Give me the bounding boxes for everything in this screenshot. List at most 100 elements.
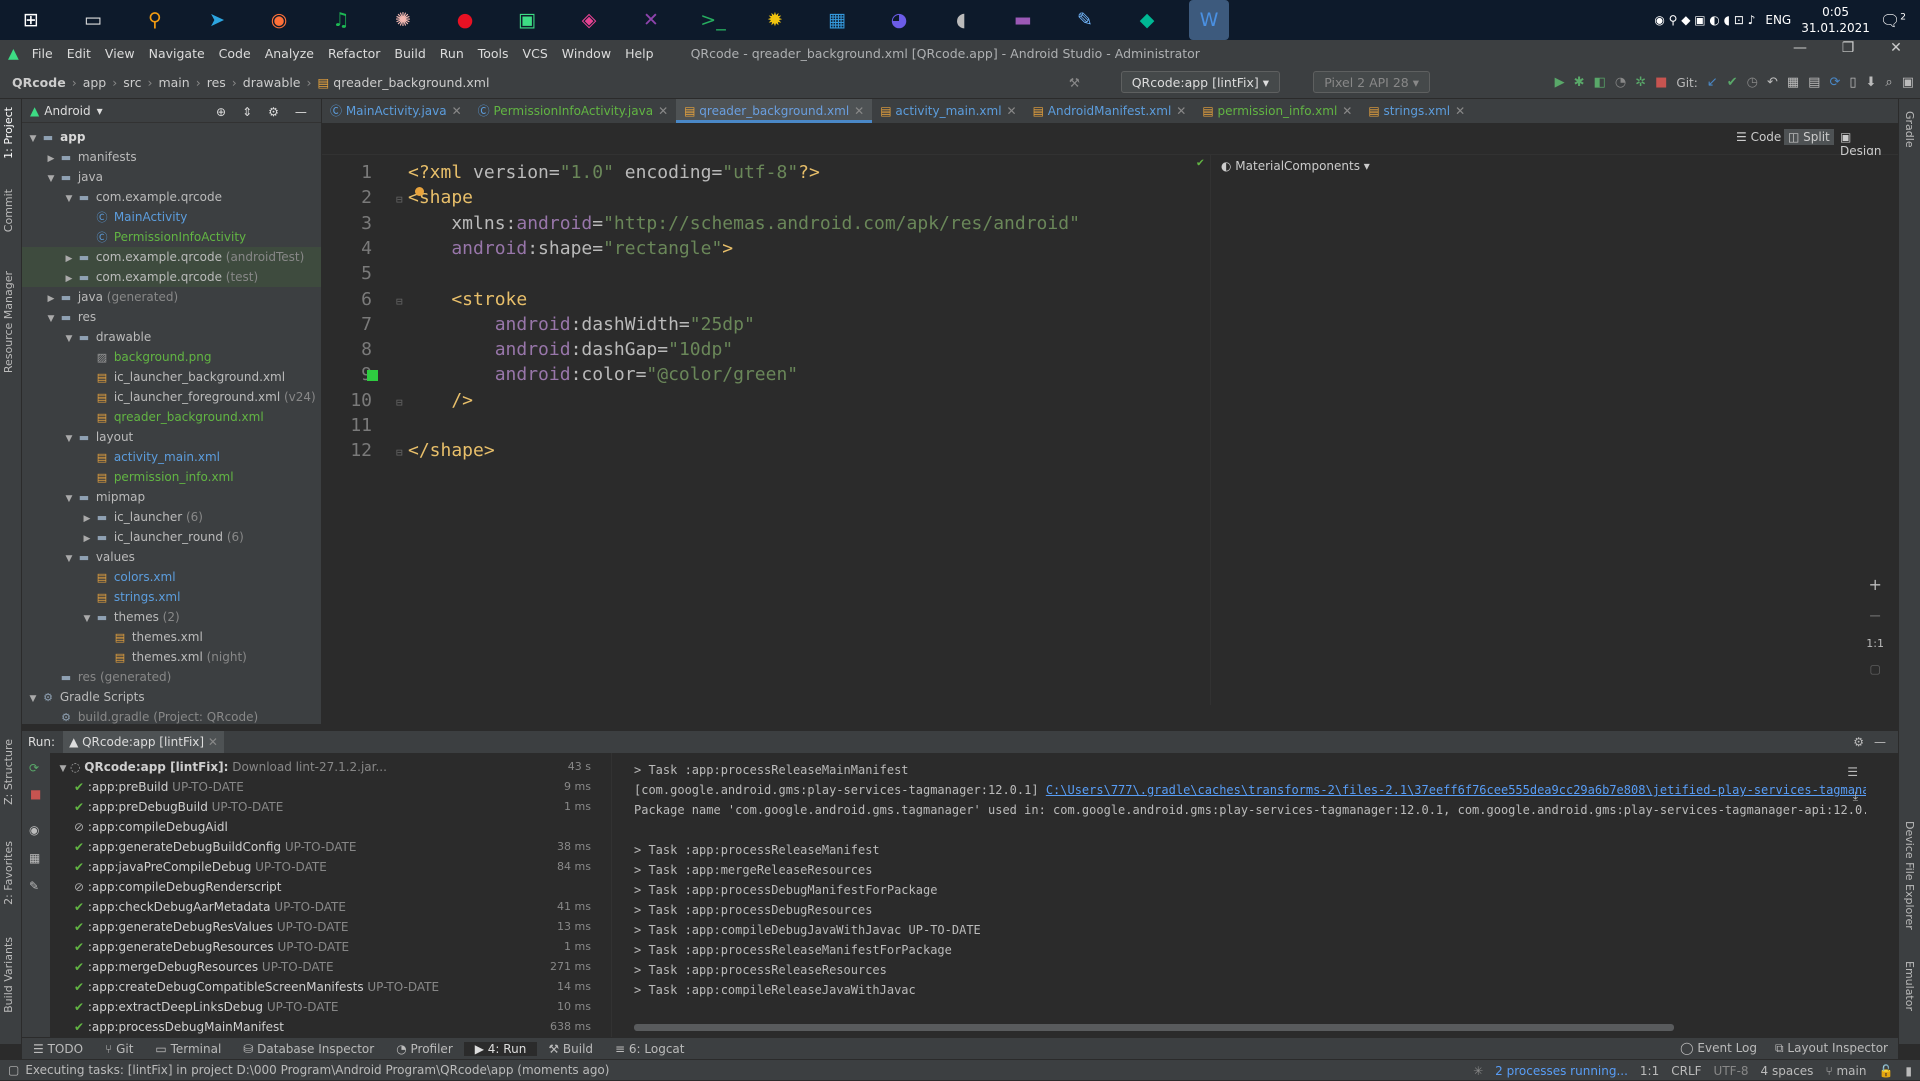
device-select[interactable]: Pixel 2 API 28 ▾	[1313, 71, 1430, 93]
editor-tab[interactable]: ▤ qreader_background.xml ✕	[676, 99, 873, 123]
close-icon[interactable]: ✕	[1342, 104, 1352, 118]
gear-icon[interactable]: ⚙	[1853, 735, 1864, 749]
code-view-button[interactable]: ☰ Code	[1732, 129, 1785, 145]
breadcrumb-item[interactable]: src	[117, 75, 147, 90]
build-console[interactable]: > Task :app:processReleaseMainManifest […	[612, 753, 1866, 1037]
sync-gradle-icon[interactable]: ⟳	[1829, 75, 1840, 90]
code-line[interactable]: android:shape="rectangle">	[408, 238, 733, 259]
profile-icon[interactable]: ◔	[1615, 75, 1626, 90]
tree-node[interactable]: ▤ permission_info.xml	[22, 467, 321, 487]
emulator-tool-tab[interactable]: Emulator	[1903, 961, 1916, 1011]
zoom-in-button[interactable]: +	[1868, 575, 1881, 594]
editor-tab[interactable]: ▤ strings.xml ✕	[1360, 99, 1473, 123]
bottom-tab-todo[interactable]: ☰ TODO	[22, 1042, 94, 1056]
tree-node[interactable]: ▤ colors.xml	[22, 567, 321, 587]
layout-icon[interactable]: ▤	[1808, 75, 1820, 90]
expand-arrow-icon[interactable]: ▼	[62, 329, 76, 349]
git-commit-icon[interactable]: ✔	[1727, 75, 1738, 90]
messenger-icon[interactable]: ◕	[879, 0, 919, 40]
menu-build[interactable]: Build	[387, 46, 432, 61]
expand-arrow-icon[interactable]: ▼	[62, 549, 76, 569]
expand-arrow-icon[interactable]: ▶	[44, 149, 58, 169]
tree-node[interactable]: ▤ activity_main.xml	[22, 447, 321, 467]
file-encoding[interactable]: UTF-8	[1714, 1064, 1749, 1078]
code-line[interactable]: android:color="@color/green"	[408, 364, 798, 385]
background-processes[interactable]: 2 processes running...	[1495, 1064, 1628, 1078]
hide-panel-icon[interactable]: —	[1874, 735, 1886, 749]
build-task-row[interactable]: ✔ :app:mergeDebugResources UP-TO-DATE 271…	[56, 957, 611, 977]
color-wheel-icon[interactable]: ✹	[755, 0, 795, 40]
expand-arrow-icon[interactable]: ▼	[44, 309, 58, 329]
tree-node[interactable]: ▤ ic_launcher_foreground.xml (v24)	[22, 387, 321, 407]
structure-tool-tab[interactable]: Z: Structure	[2, 739, 15, 805]
expand-arrow-icon[interactable]: ▼	[62, 489, 76, 509]
close-icon[interactable]: ✕	[452, 104, 462, 118]
build-task-row[interactable]: ✔ :app:javaPreCompileDebug UP-TO-DATE 84 …	[56, 857, 611, 877]
expand-arrow-icon[interactable]: ▼	[44, 169, 58, 189]
code-line[interactable]: android:dashGap="10dp"	[408, 339, 733, 360]
tree-node[interactable]: ▶ ▬ com.example.qrcode (test)	[22, 267, 321, 287]
tree-node[interactable]: ▬ res (generated)	[22, 667, 321, 687]
bottom-tab-database-inspector[interactable]: ⛁ Database Inspector	[232, 1042, 385, 1056]
sword-app-icon[interactable]: ✕	[631, 0, 671, 40]
locate-icon[interactable]: ⊕	[216, 105, 226, 119]
tree-node[interactable]: ▶ ▬ ic_launcher_round (6)	[22, 527, 321, 547]
bottom-tab-4-run[interactable]: ▶ 4: Run	[463, 1041, 538, 1056]
menu-tools[interactable]: Tools	[471, 46, 516, 61]
expand-arrow-icon[interactable]: ▶	[80, 529, 94, 549]
tree-node[interactable]: ▤ qreader_background.xml	[22, 407, 321, 427]
zoom-actual-button[interactable]: 1:1	[1866, 637, 1884, 650]
terminal-icon[interactable]: ▭	[73, 0, 113, 40]
editor-tab[interactable]: Ⓒ MainActivity.java ✕	[322, 99, 470, 123]
calculator-icon[interactable]: ▦	[817, 0, 857, 40]
code-line[interactable]: <?xml version="1.0" encoding="utf-8"?>	[408, 162, 820, 183]
build-task-row[interactable]: ✔ :app:generateDebugResValues UP-TO-DATE…	[56, 917, 611, 937]
close-icon[interactable]: ✕	[1007, 104, 1017, 118]
video-app-icon[interactable]: ▬	[1003, 0, 1043, 40]
editor-tab[interactable]: ▤ permission_info.xml ✕	[1194, 99, 1360, 123]
tree-node[interactable]: ▤ ic_launcher_background.xml	[22, 367, 321, 387]
ide-app-icon[interactable]: W	[1189, 0, 1229, 40]
lock-icon[interactable]: 🔓	[1878, 1064, 1893, 1078]
search-app-icon[interactable]: ⚲	[135, 0, 175, 40]
expand-arrow-icon[interactable]: ▼	[56, 759, 70, 779]
run-configuration-select[interactable]: QRcode:app [lintFix] ▾	[1120, 71, 1280, 93]
bottom-tab-git[interactable]: ⑂ Git	[94, 1042, 144, 1056]
commit-tool-tab[interactable]: Commit	[2, 189, 15, 232]
menu-run[interactable]: Run	[433, 46, 471, 61]
menu-analyze[interactable]: Analyze	[258, 46, 321, 61]
editor-tab[interactable]: Ⓒ PermissionInfoActivity.java ✕	[470, 99, 676, 123]
speaker-app-icon[interactable]: ◖	[941, 0, 981, 40]
expand-arrow-icon[interactable]: ▶	[80, 509, 94, 529]
tree-node[interactable]: ▶ ▬ java (generated)	[22, 287, 321, 307]
editor-tab[interactable]: ▤ AndroidManifest.xml ✕	[1025, 99, 1195, 123]
open-folder-icon[interactable]: ▦	[1787, 75, 1799, 90]
bottom-tab-terminal[interactable]: ▭ Terminal	[144, 1042, 232, 1056]
tree-node[interactable]: ▶ ▬ com.example.qrcode (androidTest)	[22, 247, 321, 267]
layout-inspector-tab[interactable]: ⧉ Layout Inspector	[1775, 1041, 1888, 1056]
event-log-tab[interactable]: ◯ Event Log	[1680, 1041, 1757, 1056]
menu-window[interactable]: Window	[555, 46, 618, 61]
tree-node[interactable]: Ⓒ PermissionInfoActivity	[22, 227, 321, 247]
notification-icon[interactable]: 🗨2	[1880, 11, 1906, 30]
project-view-select[interactable]: Android	[44, 104, 90, 118]
menu-edit[interactable]: Edit	[60, 46, 98, 61]
line-separator[interactable]: CRLF	[1671, 1064, 1701, 1078]
git-history-icon[interactable]: ◷	[1747, 75, 1758, 90]
tree-node[interactable]: ▶ ▬ ic_launcher (6)	[22, 507, 321, 527]
color-swatch-icon[interactable]	[367, 370, 378, 382]
git-rollback-icon[interactable]: ↶	[1767, 75, 1778, 90]
coverage-icon[interactable]: ◧	[1594, 75, 1606, 90]
breadcrumb-item[interactable]: main	[152, 75, 195, 90]
windows-start-icon[interactable]: ⊞	[11, 0, 51, 40]
favorites-tool-tab[interactable]: 2: Favorites	[2, 841, 15, 905]
debug-icon[interactable]: ✱	[1574, 75, 1585, 90]
memory-indicator-icon[interactable]: ▮	[1905, 1064, 1912, 1078]
build-task-row[interactable]: ✔ :app:preBuild UP-TO-DATE 9 ms	[56, 777, 611, 797]
tree-node[interactable]: ▤ themes.xml (night)	[22, 647, 321, 667]
build-task-row[interactable]: ✔ :app:checkDebugAarMetadata UP-TO-DATE 4…	[56, 897, 611, 917]
expand-arrow-icon[interactable]: ▶	[62, 249, 76, 269]
tree-node[interactable]: ▨ background.png	[22, 347, 321, 367]
chevron-down-icon[interactable]: ▾	[97, 104, 103, 118]
breadcrumb-item[interactable]: ▤ qreader_background.xml	[312, 75, 496, 90]
